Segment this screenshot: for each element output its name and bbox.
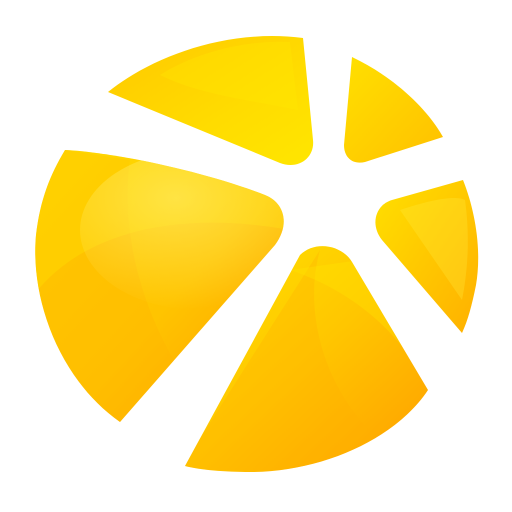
app-icon-canvas: [0, 0, 512, 512]
right-segment: [375, 180, 479, 333]
citrus-slice-logo-icon: [35, 36, 479, 472]
top-segment: [108, 36, 314, 166]
top-right-segment: [344, 57, 443, 163]
